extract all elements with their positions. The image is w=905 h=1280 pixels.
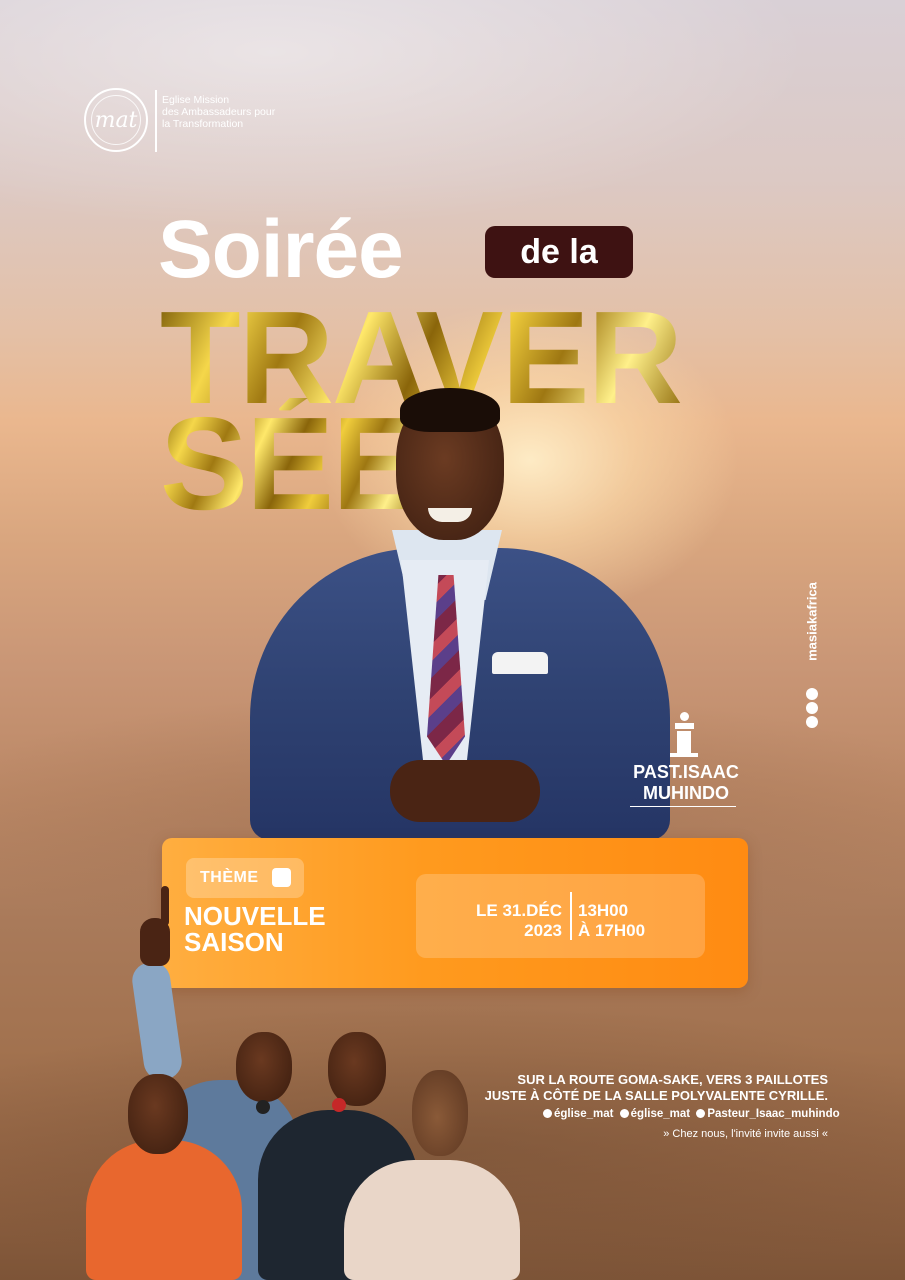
youtube-icon: [696, 1109, 706, 1118]
date-time-separator: [570, 892, 572, 940]
microphone-icon: [332, 1098, 346, 1112]
pastor-hands: [390, 760, 540, 822]
logo-divider: [155, 90, 157, 152]
church-name-line: Eglise Mission: [162, 94, 230, 106]
youtube-icon: [806, 716, 818, 728]
speaker-underline: [630, 806, 736, 807]
microphone-icon: [256, 1100, 270, 1114]
title-badge: de la: [485, 226, 633, 278]
instagram-icon: [619, 1109, 629, 1118]
pocket-square: [492, 652, 548, 674]
church-name: Eglise Mission des Ambassadeurs pour la …: [162, 94, 302, 130]
theme-title-line: NOUVELLE: [184, 901, 326, 931]
social-handle[interactable]: Pasteur_Isaac_muhindo: [707, 1108, 839, 1120]
church-logo: mat: [84, 88, 148, 152]
event-poster: mat Eglise Mission des Ambassadeurs pour…: [0, 0, 905, 1280]
social-handle[interactable]: église_mat: [631, 1108, 690, 1120]
event-date-line: LE 31.DÉC: [476, 901, 562, 920]
theme-title-line: SAISON: [184, 927, 284, 957]
social-handle[interactable]: église_mat: [554, 1108, 613, 1120]
address-line: SUR LA ROUTE GOMA-SAKE, VERS 3 PAILLOTES: [517, 1072, 828, 1087]
speaker-name-line: MUHINDO: [643, 783, 729, 803]
event-date: LE 31.DÉC 2023: [448, 901, 562, 941]
theme-title: NOUVELLE SAISON: [184, 903, 326, 955]
event-address: SUR LA ROUTE GOMA-SAKE, VERS 3 PAILLOTES…: [450, 1072, 828, 1104]
pastor-hair: [400, 388, 500, 432]
theme-label: THÈME: [200, 869, 259, 886]
event-time-line: 13H00: [578, 901, 629, 920]
tagline: » Chez nous, l'invité invite aussi «: [663, 1128, 828, 1140]
instagram-icon: [806, 702, 818, 714]
social-handles: église_mat église_mat Pasteur_Isaac_muhi…: [540, 1108, 840, 1120]
designer-credit: masiakafrica: [802, 570, 824, 728]
church-name-line: des Ambassadeurs pour: [162, 106, 276, 118]
theme-square-icon: [272, 868, 291, 887]
event-time-line: À 17H00: [578, 921, 646, 940]
event-date-line: 2023: [524, 921, 562, 940]
guest-pointing-finger: [161, 886, 169, 926]
pulpit-icon: [670, 712, 698, 760]
logo-monogram: mat: [94, 107, 138, 133]
event-time: 13H00 À 17H00: [578, 901, 645, 941]
speaker-name-line: PAST.ISAAC: [633, 762, 739, 782]
title-soiree: Soirée: [158, 204, 404, 295]
church-name-line: la Transformation: [162, 118, 244, 130]
designer-handle: masiakafrica: [804, 582, 820, 661]
pastor-photo: [240, 380, 680, 840]
facebook-icon: [806, 688, 818, 700]
speaker-name: PAST.ISAAC MUHINDO: [616, 762, 756, 804]
facebook-icon: [543, 1109, 552, 1118]
address-line: JUSTE À CÔTÉ DE LA SALLE POLYVALENTE CYR…: [484, 1088, 828, 1103]
